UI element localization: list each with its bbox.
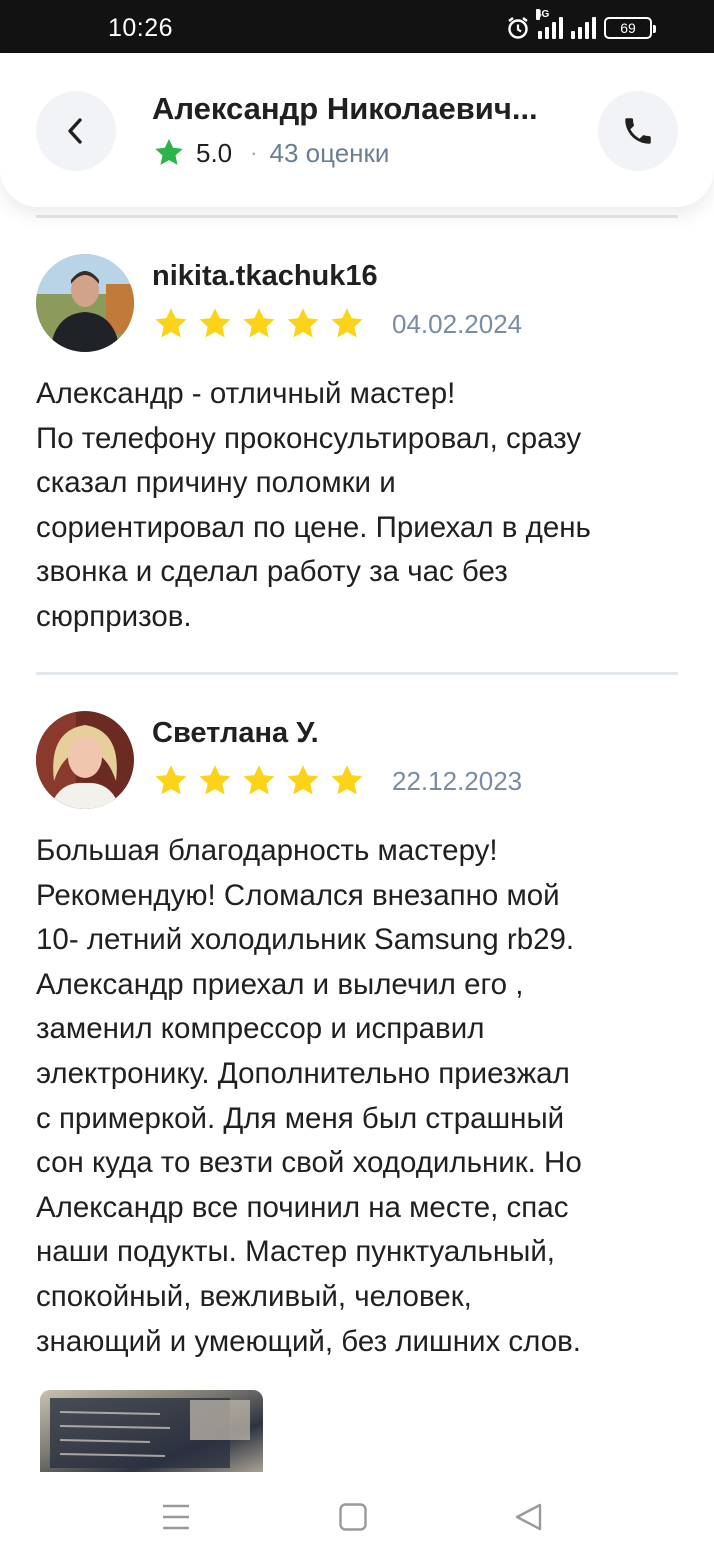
signal-icon xyxy=(571,17,596,39)
review-text-line: сон куда то везти свой хододильник. Но xyxy=(36,1146,582,1180)
review-photo[interactable] xyxy=(40,1390,263,1472)
review-text-line: По телефону проконсультировал, сразу xyxy=(36,421,582,455)
star-icon xyxy=(331,308,363,338)
alarm-icon xyxy=(508,17,528,39)
status-time: 10:26 xyxy=(108,14,174,42)
status-icons: 4G 69 xyxy=(506,9,656,43)
avatar[interactable] xyxy=(36,711,134,809)
system-nav-bar xyxy=(0,1472,714,1554)
star-icon xyxy=(287,765,319,795)
phone-icon xyxy=(625,118,651,144)
review-text-line: с примеркой. Для меня был страшный xyxy=(36,1101,565,1135)
review-text-line: Александр все починил на месте, спас xyxy=(36,1190,569,1224)
review-text: Александр - отличный мастер! По телефону… xyxy=(36,372,686,640)
review-text-line: 10- летний холодильник Samsung rb29. xyxy=(36,923,575,957)
review-author[interactable]: nikita.tkachuk16 xyxy=(152,260,378,293)
review-text-line: наши подукты. Мастер пунктуальный, xyxy=(36,1235,556,1269)
review-text-line: сказал причину поломки и xyxy=(36,466,396,500)
master-name: Александр Николаевич... xyxy=(152,91,538,126)
star-icon xyxy=(243,765,275,795)
star-icon xyxy=(155,765,187,795)
review-stars: 04.02.2024 xyxy=(152,306,522,342)
signal-4g-icon: 4G xyxy=(536,9,563,39)
review-text-line: Большая благодарность мастеру! xyxy=(36,834,498,867)
star-icon xyxy=(155,139,183,165)
rating-separator: · xyxy=(250,140,258,165)
back-button[interactable] xyxy=(36,91,116,171)
back-triangle-icon[interactable] xyxy=(513,1502,543,1532)
battery-level: 69 xyxy=(620,20,636,36)
review-text-line: электронику. Дополнительно приезжал xyxy=(36,1056,570,1090)
divider xyxy=(36,672,678,675)
star-icon xyxy=(199,308,231,338)
review-text-line: знающий и умеющий, без лишних слов. xyxy=(36,1324,581,1358)
review-text-line: Рекомендую! Сломался внезапно мой xyxy=(36,878,560,912)
review-date: 22.12.2023 xyxy=(392,765,523,796)
review-stars: 22.12.2023 xyxy=(152,763,522,799)
review-text-line: заменил компрессор и исправил xyxy=(36,1012,485,1046)
review-date: 04.02.2024 xyxy=(392,308,523,339)
star-icon xyxy=(243,308,275,338)
call-button[interactable] xyxy=(598,91,678,171)
review-text-line: Александр - отличный мастер! xyxy=(36,377,456,410)
star-icon xyxy=(155,308,187,338)
status-bar: 10:26 4G 69 xyxy=(0,0,714,53)
menu-icon[interactable] xyxy=(161,1502,191,1532)
home-square-icon[interactable] xyxy=(338,1502,368,1532)
avatar[interactable] xyxy=(36,254,134,352)
review-author[interactable]: Светлана У. xyxy=(152,717,319,750)
review-text-line: сюрпризов. xyxy=(36,599,192,633)
profile-header: Александр Николаевич... 5.0 · 43 оценки xyxy=(0,53,714,207)
review-text-line: сориентировал по цене. Приехал в день xyxy=(36,510,591,544)
network-label: 4G xyxy=(536,9,550,20)
review-photo-image xyxy=(50,1398,250,1468)
divider xyxy=(36,215,678,218)
review-text-line: спокойный, вежливый, человек, xyxy=(36,1279,472,1313)
star-icon xyxy=(331,765,363,795)
chevron-left-icon xyxy=(68,118,82,144)
star-icon xyxy=(287,308,319,338)
header-rating[interactable]: 5.0 · 43 оценки xyxy=(152,137,389,169)
star-icon xyxy=(199,765,231,795)
reviews-count: 43 оценки xyxy=(269,137,390,168)
review-text-line: звонка и сделал работу за час без xyxy=(36,555,508,589)
avatar-photo-svetlana xyxy=(36,711,134,809)
review-card: nikita.tkachuk16 04.02.2024 Александр - … xyxy=(36,254,678,644)
review-text-line: Александр приехал и вылечил его , xyxy=(36,967,524,1001)
avatar-photo-nikita xyxy=(36,254,134,352)
review-card: Светлана У. 22.12.2023 Большая благодарн… xyxy=(36,711,678,1371)
review-text: Большая благодарность мастеру! Рекоменду… xyxy=(36,829,686,1364)
rating-value: 5.0 xyxy=(196,137,233,168)
battery-icon: 69 xyxy=(604,17,656,39)
